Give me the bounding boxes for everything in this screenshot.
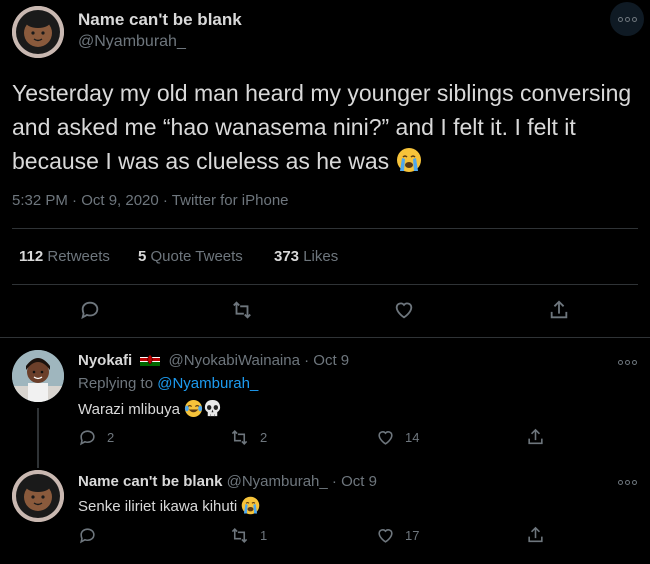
retweets-stat[interactable]: 112 Retweets: [19, 248, 110, 265]
share-icon: [550, 300, 568, 319]
more-icon: [617, 359, 637, 365]
quote-tweets-stat[interactable]: 5 Quote Tweets: [138, 248, 243, 265]
share-icon: [528, 526, 543, 543]
retweet-icon: [231, 430, 248, 445]
reply-header: Name can't be blank @Nyamburah_ · Oct 9: [78, 473, 377, 490]
more-options-button[interactable]: [610, 2, 644, 36]
heart-icon: [395, 302, 413, 319]
face-with-tears-of-joy-icon: [184, 399, 203, 422]
loudly-crying-face-icon: [396, 147, 422, 182]
reply-author-name[interactable]: Name can't be blank: [78, 473, 222, 490]
share-icon: [528, 428, 543, 445]
reply-1-like-button[interactable]: 14: [376, 428, 419, 447]
retweets-label: Retweets: [47, 248, 110, 265]
kenya-flag-icon: [140, 353, 161, 370]
reply-icon: [79, 528, 95, 544]
retweet-icon: [233, 301, 251, 319]
reply-2-share-button[interactable]: [526, 525, 545, 545]
reply-author-name[interactable]: Nyokafi: [78, 352, 132, 369]
reply-2-like-button[interactable]: 17: [376, 526, 419, 545]
like-count: 17: [405, 528, 420, 543]
heart-icon: [378, 431, 393, 445]
reply-text: Warazi mlibuya: [78, 401, 180, 418]
retweets-count: 112: [19, 248, 44, 265]
replying-to: Replying to @Nyamburah_: [78, 375, 258, 392]
tweet-text-block: Yesterday my old man heard my younger si…: [12, 76, 634, 182]
quotes-count: 5: [138, 248, 147, 265]
reply-text-block: Senke iliriet ikawa kihuti: [78, 496, 260, 519]
reply-text: Senke iliriet ikawa kihuti: [78, 498, 238, 515]
retweet-count: 1: [260, 528, 268, 543]
likes-stat[interactable]: 373 Likes: [274, 248, 338, 265]
reply-more-options-button[interactable]: [610, 465, 644, 499]
reply-avatar[interactable]: [12, 470, 64, 522]
tweet-timestamp[interactable]: 5:32 PM · Oct 9, 2020 · Twitter for iPho…: [12, 192, 289, 209]
thread-line: [37, 408, 39, 468]
loudly-crying-face-icon: [241, 496, 260, 519]
replying-to-label: Replying to: [78, 375, 154, 392]
reply-button[interactable]: [79, 299, 101, 321]
author-name[interactable]: Name can't be blank: [78, 10, 242, 30]
retweet-button[interactable]: [230, 299, 254, 321]
reply-icon: [79, 430, 95, 446]
reply-1-reply-button[interactable]: 2: [78, 428, 114, 447]
more-icon: [617, 479, 637, 485]
reply-1-retweet-button[interactable]: 2: [229, 428, 267, 447]
divider: [12, 284, 638, 285]
reply-author-handle[interactable]: @NyokabiWainaina: [169, 352, 300, 369]
likes-label: Likes: [303, 248, 339, 265]
more-icon: [617, 16, 637, 22]
share-button[interactable]: [548, 298, 570, 322]
replying-to-handle[interactable]: @Nyamburah_: [157, 375, 258, 392]
author-handle[interactable]: @Nyamburah_: [78, 33, 186, 51]
reply-icon: [81, 301, 99, 320]
reply-more-options-button[interactable]: [610, 345, 644, 379]
reply-date[interactable]: · Oct 9: [304, 352, 349, 369]
like-button[interactable]: [393, 299, 415, 321]
quotes-label: Quote Tweets: [150, 248, 243, 265]
divider: [0, 337, 650, 338]
retweet-icon: [231, 528, 248, 543]
reply-header: Nyokafi @NyokabiWainaina · Oct 9: [78, 352, 349, 370]
divider: [12, 228, 638, 229]
like-count: 14: [405, 430, 420, 445]
reply-avatar[interactable]: [12, 350, 64, 402]
author-avatar[interactable]: [12, 6, 64, 58]
reply-count: 2: [107, 430, 115, 445]
skull-icon: [203, 399, 222, 422]
reply-text-block: Warazi mlibuya: [78, 399, 222, 422]
tweet-text: Yesterday my old man heard my younger si…: [12, 80, 632, 174]
reply-2-retweet-button[interactable]: 1: [229, 526, 267, 545]
reply-2-reply-button[interactable]: [78, 526, 97, 545]
reply-date[interactable]: · Oct 9: [332, 473, 377, 490]
retweet-count: 2: [260, 430, 268, 445]
heart-icon: [378, 529, 393, 543]
likes-count: 373: [274, 248, 300, 265]
reply-1-share-button[interactable]: [526, 427, 545, 447]
reply-author-handle[interactable]: @Nyamburah_: [227, 473, 328, 490]
